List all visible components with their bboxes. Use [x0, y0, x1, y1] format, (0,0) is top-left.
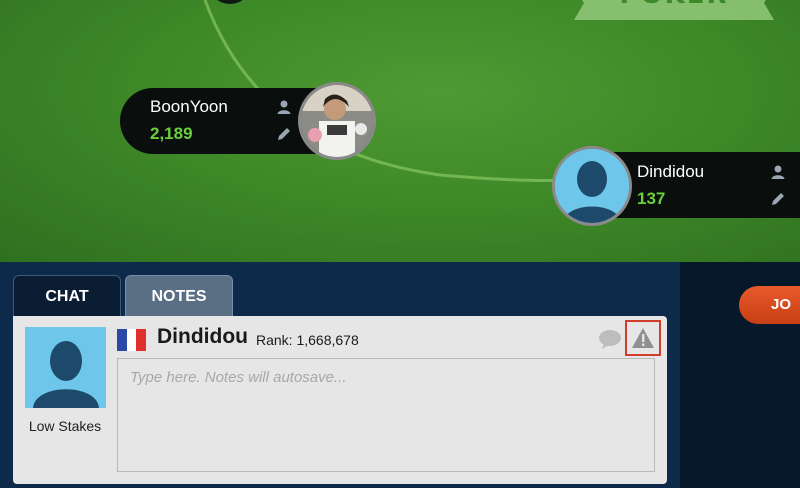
avatar[interactable] — [552, 146, 632, 226]
pencil-icon[interactable] — [276, 126, 292, 142]
player-rank: Rank: 1,668,678 — [256, 332, 359, 348]
person-icon[interactable] — [770, 164, 786, 180]
table-rail-line — [203, 0, 571, 182]
notes-player-name: Dindidou — [157, 325, 248, 348]
tab-chat[interactable]: CHAT — [13, 275, 121, 317]
france-flag-icon — [117, 329, 147, 351]
notes-textarea[interactable] — [117, 358, 655, 472]
notes-player-avatar — [25, 327, 106, 408]
stakes-label: Low Stakes — [28, 418, 102, 434]
seat-player-name: Dindidou — [637, 162, 705, 181]
table-logo-text: POKER — [574, 0, 774, 10]
poker-client: POKER BoonYoon 2,189 Din — [0, 0, 800, 488]
avatar[interactable] — [298, 82, 376, 160]
warning-icon — [632, 328, 654, 348]
join-button[interactable]: JO — [739, 286, 800, 324]
seat-chip-count: 137 — [637, 189, 666, 208]
pencil-icon[interactable] — [770, 191, 786, 207]
chat-bubble-icon[interactable] — [598, 329, 622, 349]
seat-chip-count: 2,189 — [150, 124, 193, 143]
poker-table: POKER BoonYoon 2,189 Din — [0, 0, 800, 262]
table-logo: POKER — [574, 0, 774, 20]
default-avatar-silhouette — [555, 149, 629, 223]
tab-notes[interactable]: NOTES — [125, 275, 233, 317]
seat-player-name: BoonYoon — [150, 97, 228, 116]
person-icon[interactable] — [276, 99, 292, 115]
report-player-button[interactable] — [625, 320, 661, 356]
player-photo — [301, 85, 373, 157]
